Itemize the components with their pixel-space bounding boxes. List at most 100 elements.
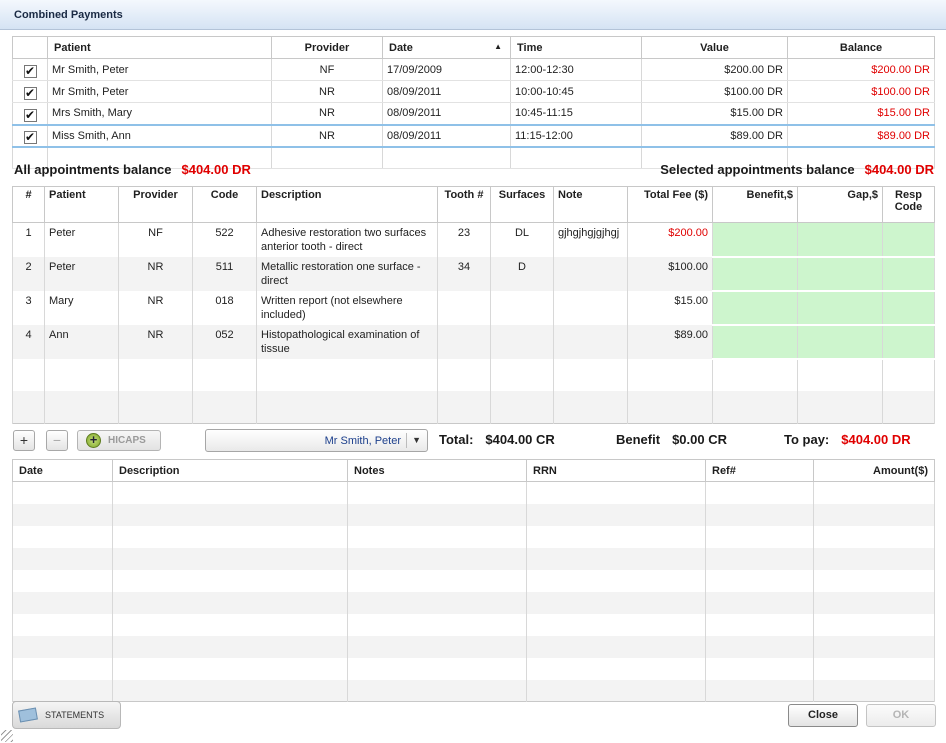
col-code: Code [192,186,257,223]
appt-value: $200.00 DR [641,58,788,81]
resp-code-input[interactable] [882,257,935,292]
hicaps-button[interactable]: + HICAPS [77,430,161,451]
appt-time: 12:00-12:30 [510,58,642,81]
appt-provider: NR [271,80,383,103]
row-checkbox[interactable]: ✔ [23,131,37,144]
table-row[interactable]: ✔ Mrs Smith, Mary NR 08/09/2011 10:45-11… [12,102,935,125]
benefit-input[interactable] [712,325,798,360]
statements-button[interactable]: STATEMENTS [12,701,121,729]
item-provider: NR [118,257,193,291]
col-pay-description: Description [112,459,348,482]
benefit-input[interactable] [712,222,798,258]
empty-row [12,359,935,391]
selected-balance-value: $404.00 DR [864,162,934,177]
col-item-patient: Patient [44,186,119,223]
col-date[interactable]: Date ▲ [382,36,511,59]
item-surfaces: D [490,257,554,291]
item-code: 052 [192,325,257,359]
row-checkbox[interactable]: ✔ [23,65,37,78]
col-date-label: Date [389,41,413,54]
item-surfaces [490,325,554,359]
col-balance[interactable]: Balance [787,36,935,59]
appt-date: 08/09/2011 [382,102,511,125]
table-row[interactable]: 4 Ann NR 052 Histopathological examinati… [12,325,935,360]
empty-row [12,679,935,702]
benefit-value: $0.00 CR [672,432,727,447]
table-row[interactable]: ✔ Miss Smith, Ann NR 08/09/2011 11:15-12… [12,123,935,148]
benefit-input[interactable] [712,257,798,292]
empty-row [12,613,935,636]
col-provider[interactable]: Provider [271,36,383,59]
table-row[interactable]: ✔ Mr Smith, Peter NF 17/09/2009 12:00-12… [12,58,935,81]
add-item-button[interactable]: + [13,430,35,451]
appt-value: $89.00 DR [641,123,788,148]
item-description: Histopathological examination of tissue [256,325,438,359]
gap-input[interactable] [797,257,883,292]
appt-patient: Mr Smith, Peter [47,58,272,81]
select-column-header [12,36,48,59]
patient-select[interactable]: Mr Smith, Peter ▼ [205,429,428,452]
appt-balance: $200.00 DR [787,58,935,81]
chevron-down-icon: ▼ [412,435,421,445]
gap-input[interactable] [797,291,883,326]
row-checkbox[interactable]: ✔ [23,87,37,100]
col-num: # [12,186,45,223]
col-pay-rrn: RRN [526,459,706,482]
item-note [553,257,628,291]
all-balance-label: All appointments balance [14,162,172,177]
close-button[interactable]: Close [788,704,858,727]
appt-value: $15.00 DR [641,102,788,125]
table-row[interactable]: 3 Mary NR 018 Written report (not elsewh… [12,291,935,326]
gap-input[interactable] [797,325,883,360]
item-note [553,291,628,325]
col-patient[interactable]: Patient [47,36,272,59]
benefit-input[interactable] [712,291,798,326]
item-num: 3 [12,291,45,325]
appt-patient: Mrs Smith, Mary [47,102,272,125]
selected-balance-label: Selected appointments balance [660,162,855,177]
statement-document-icon [18,707,38,723]
appt-balance: $15.00 DR [787,102,935,125]
appt-date: 08/09/2011 [382,123,511,148]
ok-button[interactable]: OK [866,704,936,727]
table-row[interactable]: 2 Peter NR 511 Metallic restoration one … [12,257,935,292]
item-patient: Peter [44,257,119,291]
item-description: Metallic restoration one surface - direc… [256,257,438,291]
appt-patient: Mr Smith, Peter [47,80,272,103]
empty-row [12,635,935,658]
resp-code-input[interactable] [882,222,935,258]
col-time[interactable]: Time [510,36,642,59]
total-summary: Total: $404.00 CR [439,432,555,447]
item-note: gjhgjhgjgjhgj [553,222,628,257]
appt-provider: NR [271,102,383,125]
remove-item-button[interactable]: − [46,430,68,451]
col-surfaces: Surfaces [490,186,554,223]
item-provider: NR [118,325,193,359]
col-pay-ref: Ref# [705,459,814,482]
col-resp-code: Resp Code [882,186,935,223]
row-checkbox[interactable]: ✔ [23,108,37,122]
item-fee: $200.00 [627,222,713,257]
appointments-table: Patient Provider Date ▲ Time Value Balan… [12,36,935,169]
gap-input[interactable] [797,222,883,258]
table-row[interactable]: 1 Peter NF 522 Adhesive restoration two … [12,222,935,258]
sort-ascending-icon: ▲ [494,42,502,51]
appt-provider: NF [271,58,383,81]
empty-row [12,547,935,570]
item-num: 2 [12,257,45,291]
patient-select-value: Mr Smith, Peter [324,435,401,447]
item-num: 4 [12,325,45,359]
appt-time: 10:45-11:15 [510,102,642,125]
empty-row [12,503,935,526]
col-value[interactable]: Value [641,36,788,59]
appt-date: 17/09/2009 [382,58,511,81]
to-pay-value: $404.00 DR [841,432,911,447]
empty-row [12,391,935,423]
item-num: 1 [12,222,45,257]
resize-grip-icon[interactable] [1,730,13,742]
item-description: Written report (not elsewhere included) [256,291,438,325]
to-pay-label: To pay: [784,432,830,447]
resp-code-input[interactable] [882,291,935,326]
resp-code-input[interactable] [882,325,935,360]
table-row[interactable]: ✔ Mr Smith, Peter NR 08/09/2011 10:00-10… [12,80,935,103]
